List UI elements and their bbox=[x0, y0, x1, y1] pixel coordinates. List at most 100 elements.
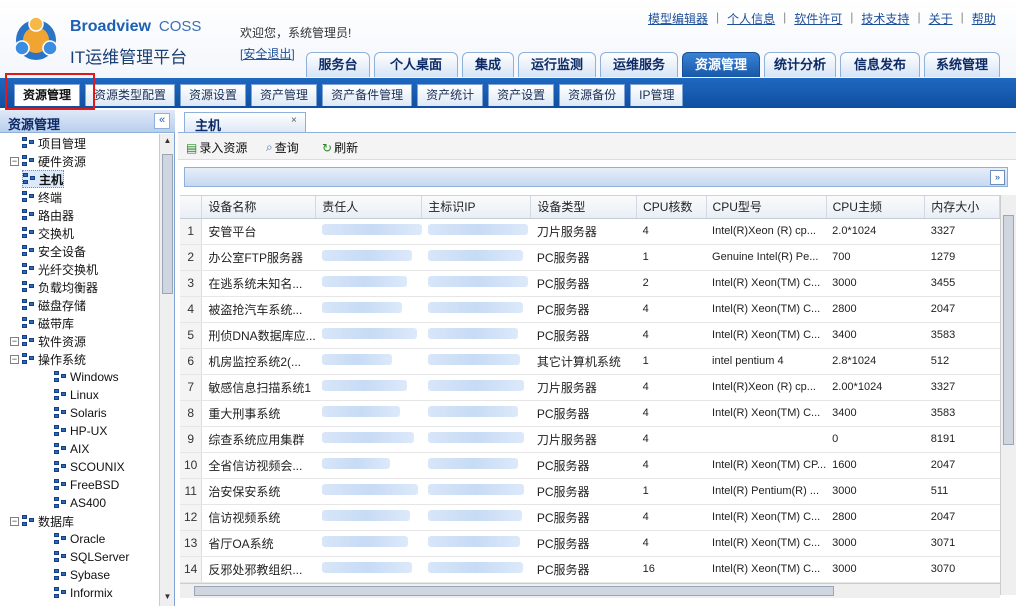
tree-node[interactable]: SCOUNIX bbox=[54, 458, 125, 476]
subnav-tab[interactable]: 资产设置 bbox=[488, 84, 555, 106]
table-row[interactable]: 13 省厅OA系统 PC服务器 4 Intel(R) Xeon(TM) C... 3000… bbox=[180, 530, 1000, 557]
top-link[interactable]: 技术支持 bbox=[861, 10, 909, 27]
table-row[interactable]: 8 重大刑事系统 PC服务器 4 Intel(R) Xeon(TM) C... 3400 3… bbox=[180, 400, 1000, 427]
add-resource-button[interactable]: ▤ 录入资源 bbox=[186, 139, 247, 156]
table-row[interactable]: 7 敏感信息扫描系统1 刀片服务器 4 Intel(R)Xeon (R) cp... 2.… bbox=[180, 374, 1000, 401]
subnav-tab[interactable]: 资产统计 bbox=[417, 84, 484, 106]
tree-node[interactable]: 光纤交换机 bbox=[22, 260, 98, 278]
tree-node[interactable]: 交换机 bbox=[22, 224, 74, 242]
subnav-tab[interactable]: 资源类型配置 bbox=[85, 84, 176, 106]
tree-toggle-icon[interactable]: − bbox=[10, 156, 19, 166]
main-tab[interactable]: 个人桌面 bbox=[374, 52, 458, 77]
tree-node[interactable]: − 硬件资源 bbox=[10, 152, 86, 170]
table-row[interactable]: 6 机房监控系统2(... 其它计算机系统 1 intel pentium 4 2.8*1… bbox=[180, 348, 1000, 375]
column-header[interactable]: 责任人 bbox=[315, 196, 423, 219]
row-number: 4 bbox=[180, 296, 203, 323]
tree-node[interactable]: 项目管理 bbox=[22, 134, 86, 152]
tree-node[interactable]: 主机 bbox=[22, 170, 65, 188]
main-tab[interactable]: 系统管理 bbox=[924, 52, 1000, 77]
scroll-down-icon[interactable]: ▼ bbox=[162, 592, 173, 604]
tree-node[interactable]: 磁盘存储 bbox=[22, 296, 86, 314]
main-tab[interactable]: 运维服务 bbox=[600, 52, 678, 77]
top-link[interactable]: 关于 bbox=[929, 10, 953, 27]
column-header[interactable]: 设备类型 bbox=[530, 196, 638, 219]
tree-node[interactable]: Sybase bbox=[54, 566, 110, 584]
tree-node[interactable]: 安全设备 bbox=[22, 242, 86, 260]
column-header[interactable]: CPU型号 bbox=[706, 196, 827, 219]
tree-node[interactable]: − 操作系统 bbox=[10, 350, 86, 368]
query-button[interactable]: ⌕ 查询 bbox=[266, 139, 299, 156]
column-header[interactable]: 设备名称 bbox=[201, 196, 317, 219]
close-icon[interactable]: × bbox=[291, 115, 297, 126]
table-row[interactable]: 10 全省信访视频会... PC服务器 4 Intel(R) Xeon(TM) CP..… bbox=[180, 452, 1000, 479]
redacted-owner bbox=[321, 354, 392, 365]
logout-link[interactable]: [安全退出] bbox=[240, 45, 295, 62]
tree-node[interactable]: − 软件资源 bbox=[10, 332, 86, 350]
table-hscrollbar[interactable] bbox=[180, 583, 1000, 598]
cpu-cores-cell: 4 bbox=[636, 296, 707, 323]
table-row[interactable]: 4 被盗抢汽车系统... PC服务器 4 Intel(R) Xeon(TM) C... 2… bbox=[180, 296, 1000, 323]
tree-node[interactable]: 终端 bbox=[22, 188, 62, 206]
column-header[interactable]: CPU核数 bbox=[636, 196, 707, 219]
tree-node[interactable]: AS400 bbox=[54, 494, 106, 512]
tree-node[interactable]: Solaris bbox=[54, 404, 107, 422]
cpu-model-cell: Intel(R) Xeon(TM) C... bbox=[706, 296, 827, 323]
table-row[interactable]: 9 综查系统应用集群 刀片服务器 4 0 8191 bbox=[180, 426, 1000, 453]
main-tab[interactable]: 运行监测 bbox=[518, 52, 596, 77]
tab-host[interactable]: 主机 × bbox=[184, 112, 306, 133]
table-row[interactable]: 1 安管平台 刀片服务器 4 Intel(R)Xeon (R) cp... 2.0*102… bbox=[180, 218, 1000, 245]
table-vscroll-thumb[interactable] bbox=[1003, 215, 1014, 445]
table-row[interactable]: 2 办公室FTP服务器 PC服务器 1 Genuine Intel(R) Pe... 70… bbox=[180, 244, 1000, 271]
column-header[interactable]: CPU主频 bbox=[826, 196, 926, 219]
tree-node[interactable]: Oracle bbox=[54, 530, 105, 548]
top-link[interactable]: 软件许可 bbox=[794, 10, 842, 27]
collapse-icon[interactable]: « bbox=[154, 113, 170, 129]
cpu-cores-cell: 4 bbox=[636, 452, 707, 479]
top-link[interactable]: 帮助 bbox=[972, 10, 996, 27]
scroll-thumb[interactable] bbox=[162, 154, 173, 294]
main-tab[interactable]: 信息发布 bbox=[840, 52, 920, 77]
device-type-cell: PC服务器 bbox=[530, 530, 637, 557]
table-row[interactable]: 3 在逃系统未知名... PC服务器 2 Intel(R) Xeon(TM) C... 3… bbox=[180, 270, 1000, 297]
tree-toggle-icon[interactable]: − bbox=[10, 516, 19, 526]
tree-node[interactable]: Linux bbox=[54, 386, 99, 404]
top-link[interactable]: 个人信息 bbox=[727, 10, 775, 27]
main-tab[interactable]: 资源管理 bbox=[682, 52, 760, 77]
link-separator: | bbox=[960, 10, 964, 24]
table-hscroll-thumb[interactable] bbox=[194, 586, 834, 596]
subnav-tab[interactable]: 资源设置 bbox=[180, 84, 247, 106]
expand-filter-icon[interactable]: » bbox=[990, 170, 1005, 185]
main-tab[interactable]: 服务台 bbox=[306, 52, 370, 77]
tree-node[interactable]: FreeBSD bbox=[54, 476, 119, 494]
column-header[interactable]: 主标识IP bbox=[421, 196, 532, 219]
table-row[interactable]: 14 反邪处邪教组织... PC服务器 16 Intel(R) Xeon(TM) C..… bbox=[180, 556, 1000, 583]
tree-node[interactable]: − 数据库 bbox=[10, 512, 74, 530]
subnav-tab[interactable]: IP管理 bbox=[630, 84, 684, 106]
subnav-tab[interactable]: 资产备件管理 bbox=[322, 84, 413, 106]
top-link[interactable]: 模型编辑器 bbox=[648, 10, 708, 27]
tree-node[interactable]: 磁带库 bbox=[22, 314, 74, 332]
tree-node[interactable]: Informix bbox=[54, 584, 113, 602]
main-tab[interactable]: 集成 bbox=[462, 52, 514, 77]
table-row[interactable]: 5 刑侦DNA数据库应... PC服务器 4 Intel(R) Xeon(TM) C..… bbox=[180, 322, 1000, 349]
column-header[interactable]: 内存大小 bbox=[924, 196, 1000, 219]
table-row[interactable]: 11 治安保安系统 PC服务器 1 Intel(R) Pentium(R) ... 300… bbox=[180, 478, 1000, 505]
main-tab[interactable]: 统计分析 bbox=[764, 52, 836, 77]
subnav-tab[interactable]: 资产管理 bbox=[251, 84, 318, 106]
refresh-button[interactable]: ↻ 刷新 bbox=[322, 139, 358, 156]
device-type-cell: PC服务器 bbox=[530, 322, 637, 349]
tree-scrollbar[interactable]: ▲ ▼ bbox=[159, 134, 174, 606]
tree-node[interactable]: Windows bbox=[54, 368, 119, 386]
table-vscrollbar[interactable] bbox=[1000, 195, 1016, 595]
subnav-tab[interactable]: 资源备份 bbox=[559, 84, 626, 106]
tree-node[interactable]: SQLServer bbox=[54, 548, 129, 566]
tree-toggle-icon[interactable]: − bbox=[10, 354, 19, 364]
tree-node[interactable]: 路由器 bbox=[22, 206, 74, 224]
tree-node[interactable]: 负载均衡器 bbox=[22, 278, 98, 296]
cpu-freq-cell: 1600 bbox=[826, 452, 925, 479]
tree-node[interactable]: HP-UX bbox=[54, 422, 107, 440]
tree-toggle-icon[interactable]: − bbox=[10, 336, 19, 346]
table-row[interactable]: 12 信访视频系统 PC服务器 4 Intel(R) Xeon(TM) C... 2800… bbox=[180, 504, 1000, 531]
scroll-up-icon[interactable]: ▲ bbox=[162, 136, 173, 148]
tree-node[interactable]: AIX bbox=[54, 440, 89, 458]
